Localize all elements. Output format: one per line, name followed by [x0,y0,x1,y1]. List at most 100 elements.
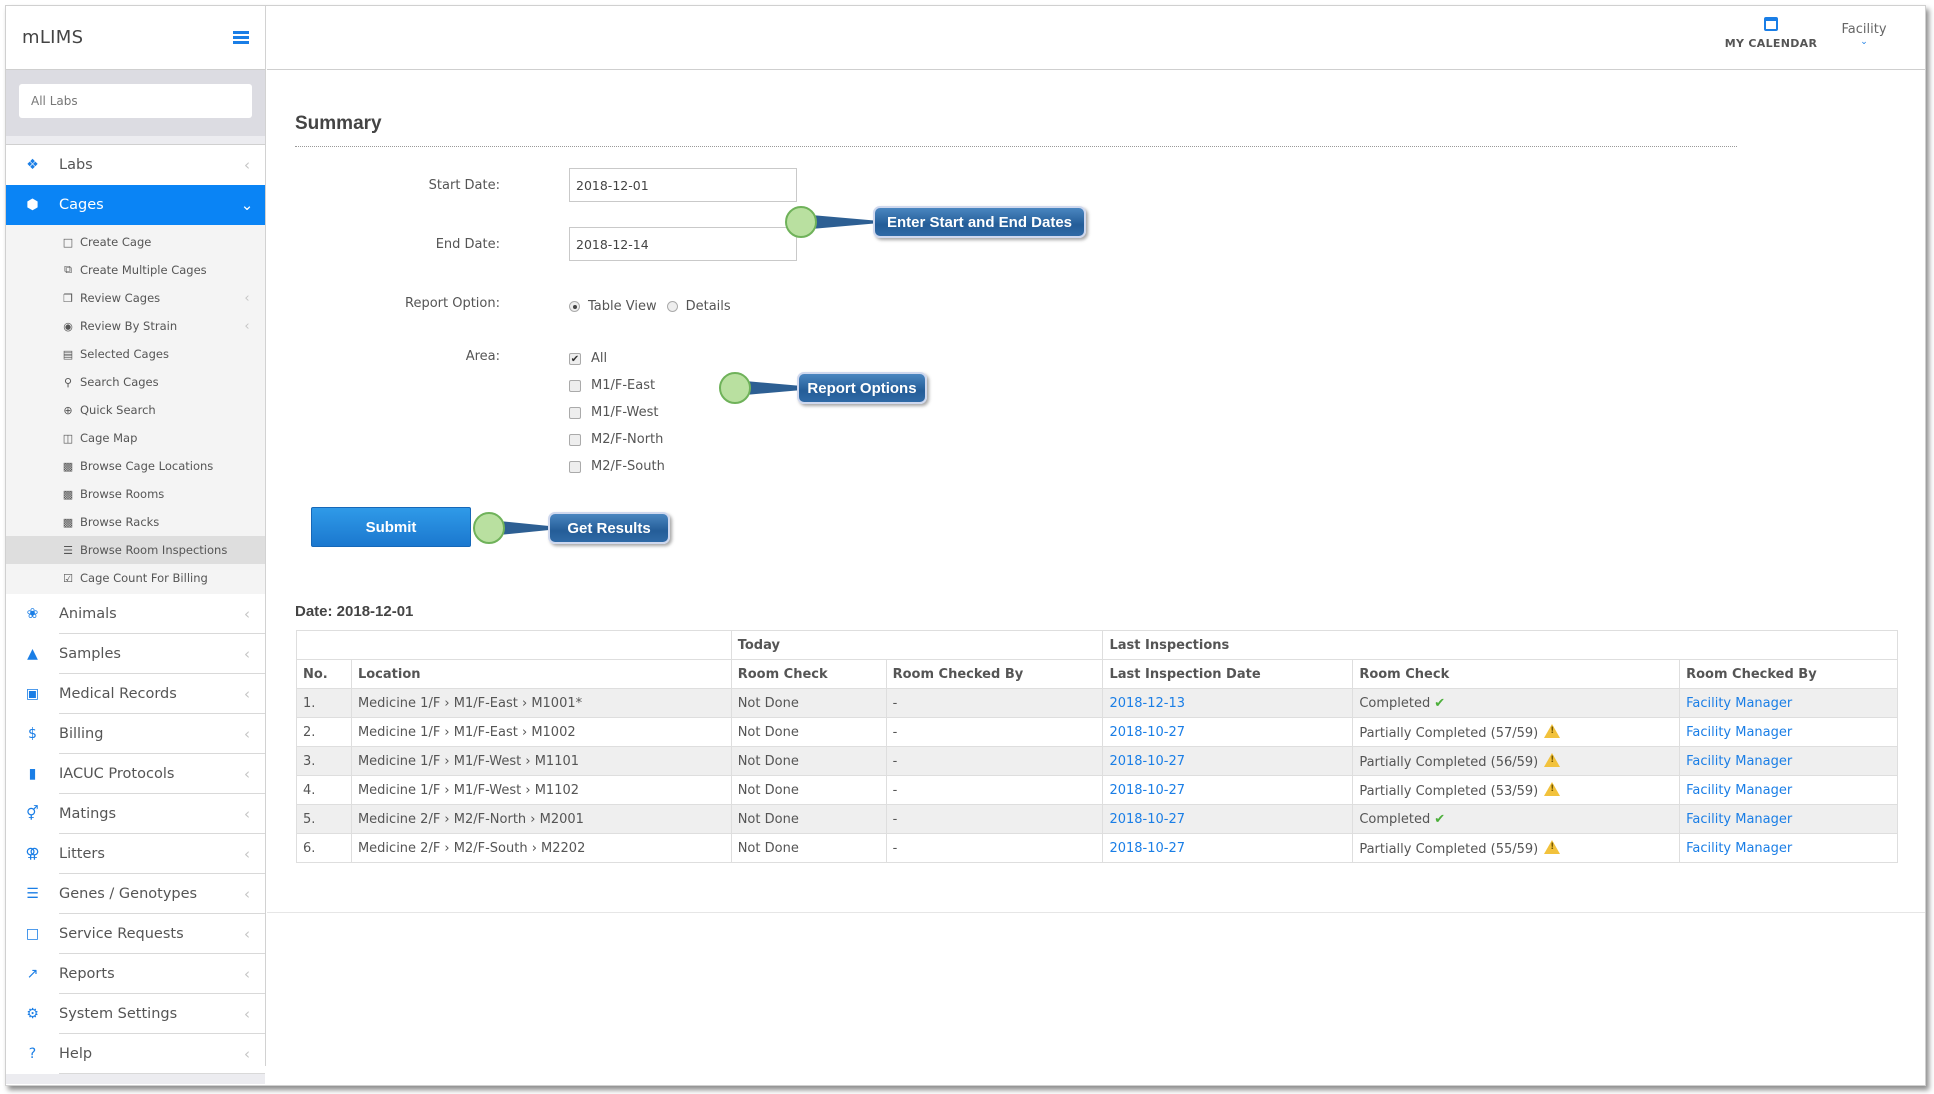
cell-no: 5. [296,804,352,834]
area-checkbox-m2-f-north[interactable] [569,433,581,446]
sidebar-item-genes-genotypes[interactable]: ☰ Genes / Genotypes ‹ [6,874,265,914]
clone-icon: ❐ [63,291,73,305]
submenu-item-label: Browse Racks [80,515,160,529]
sidebar-item-labs[interactable]: ❖ Labs ‹ [6,145,265,185]
search-icon: ⚲ [63,375,73,389]
sidebar-item-system-settings[interactable]: ⚙ System Settings ‹ [6,994,265,1034]
cell-last-by: Facility Manager [1679,688,1898,718]
end-date-input[interactable] [569,227,797,261]
submenu-item-selected-cages[interactable]: ▤ Selected Cages [6,340,265,368]
table-row: 5. Medicine 2/F › M2/F-North › M2001 Not D… [296,804,1898,834]
submenu-item-browse-rooms[interactable]: ▩ Browse Rooms [6,480,265,508]
callout-dates-text: Enter Start and End Dates [873,206,1086,238]
submenu-item-quick-search[interactable]: ⊕ Quick Search [6,396,265,424]
sidebar-item-animals[interactable]: ❀ Animals ‹ [6,594,265,634]
cell-today-by: - [885,833,1104,863]
last-inspection-date-link[interactable]: 2018-10-27 [1109,812,1185,827]
checked-by-link[interactable]: Facility Manager [1686,754,1792,769]
room-check-status: Completed [1359,811,1431,827]
area-checkbox-all[interactable]: ✔ [569,352,581,365]
sticky-note-icon: □ [25,926,40,942]
submenu-item-search-cages[interactable]: ⚲ Search Cages [6,368,265,396]
cell-last-date: 2018-10-27 [1102,833,1354,863]
table-view-radio[interactable] [569,301,580,312]
checked-by-link[interactable]: Facility Manager [1686,725,1792,740]
sidebar-item-reports[interactable]: ↗ Reports ‹ [6,954,265,994]
cell-last-by: Facility Manager [1679,833,1898,863]
sidebar-item-help[interactable]: ? Help ‹ [6,1034,265,1074]
sidebar-item-medical-records[interactable]: ▣ Medical Records ‹ [6,674,265,714]
my-calendar-button[interactable]: MY CALENDAR [1716,17,1826,50]
area-option-label: M2/F-South [591,459,665,474]
table-row: 6. Medicine 2/F › M2/F-South › M2202 Not D… [296,833,1898,863]
sidebar-item-litters[interactable]: ⚢ Litters ‹ [6,834,265,874]
brand-bar: mLIMS [6,6,265,70]
building-icon: ▩ [62,459,74,473]
menu-toggle-icon[interactable] [233,31,249,44]
checked-by-link[interactable]: Facility Manager [1686,696,1792,711]
details-radio[interactable] [666,301,678,312]
sidebar-item-matings[interactable]: ⚥ Matings ‹ [6,794,265,834]
area-option-m2-f-south: M2/F-South [569,459,665,474]
title-divider [295,146,1737,147]
submenu-item-browse-racks[interactable]: ▩ Browse Racks [6,508,265,536]
last-inspection-date-link[interactable]: 2018-10-27 [1109,841,1185,856]
lab-selector[interactable] [19,84,252,118]
last-inspection-date-link[interactable]: 2018-10-27 [1109,754,1185,769]
callout-dot [785,206,817,238]
users-icon: ❖ [26,157,39,173]
facility-dropdown[interactable]: Facility ⌄ [1829,22,1899,47]
sidebar-item-label: Help [59,1046,93,1062]
last-inspection-date-link[interactable]: 2018-12-13 [1109,696,1185,711]
cell-location: Medicine 1/F › M1/F-West › M1101 [350,746,732,776]
cell-last-by: Facility Manager [1679,717,1898,747]
submenu-item-label: Selected Cages [80,347,169,361]
chevron-left-icon: ‹ [244,290,250,306]
search-plus-icon: ⊕ [63,403,73,417]
submenu-item-label: Quick Search [80,403,156,417]
submenu-item-create-multiple-cages[interactable]: ⧉ Create Multiple Cages [6,256,265,284]
top-bar: MY CALENDAR Facility ⌄ [267,6,1925,70]
submenu-item-cage-count-for-billing[interactable]: ☑ Cage Count For Billing [6,564,265,592]
room-check-status: Partially Completed (57/59) [1359,725,1539,741]
results-date-heading: Date: 2018-12-01 [295,603,414,620]
medkit-icon: ▣ [25,686,40,702]
sidebar-item-billing[interactable]: $ Billing ‹ [6,714,265,754]
sidebar-item-samples[interactable]: ▲ Samples ‹ [6,634,265,674]
sidebar-item-iacuc-protocols[interactable]: ▮ IACUC Protocols ‹ [6,754,265,794]
chevron-left-icon: ‹ [244,318,250,334]
paw-icon: ❀ [26,606,39,622]
area-checkbox-m2-f-south[interactable] [569,460,581,473]
submit-button[interactable]: Submit [311,507,471,547]
area-checkbox-m1-f-west[interactable] [569,406,581,419]
area-option-label: M1/F-West [591,405,659,420]
start-date-input[interactable] [569,168,797,202]
sidebar-item-label: Billing [59,726,104,742]
sidebar-item-cages[interactable]: ⬢ Cages ⌄ [6,185,265,225]
check-icon: ✔ [1434,811,1446,827]
sidebar-item-label: Labs [59,157,93,173]
submenu-item-browse-cage-locations[interactable]: ▩ Browse Cage Locations [6,452,265,480]
submenu-item-browse-room-inspections[interactable]: ☰ Browse Room Inspections [6,536,265,564]
submenu-item-create-cage[interactable]: □ Create Cage [6,228,265,256]
cell-today-check: Not Done [730,804,887,834]
submenu-item-cage-map[interactable]: ◫ Cage Map [6,424,265,452]
col-last-inspection-date: Last Inspection Date [1102,659,1354,689]
cell-today-by: - [885,717,1104,747]
checked-by-link[interactable]: Facility Manager [1686,812,1792,827]
cell-today-check: Not Done [730,833,887,863]
group-header-blank [296,630,732,660]
submenu-item-review-by-strain[interactable]: ◉ Review By Strain ‹ [6,312,265,340]
cell-last-check: Partially Completed (57/59) [1352,717,1681,747]
file-icon: □ [62,235,74,249]
last-inspection-date-link[interactable]: 2018-10-27 [1109,725,1185,740]
sidebar-footer [6,1074,265,1084]
chevron-left-icon: ‹ [244,605,250,623]
last-inspection-date-link[interactable]: 2018-10-27 [1109,783,1185,798]
sidebar-item-service-requests[interactable]: □ Service Requests ‹ [6,914,265,954]
checked-by-link[interactable]: Facility Manager [1686,841,1792,856]
building-icon: ▩ [62,515,74,529]
area-checkbox-m1-f-east[interactable] [569,379,581,392]
submenu-item-review-cages[interactable]: ❐ Review Cages ‹ [6,284,265,312]
checked-by-link[interactable]: Facility Manager [1686,783,1792,798]
